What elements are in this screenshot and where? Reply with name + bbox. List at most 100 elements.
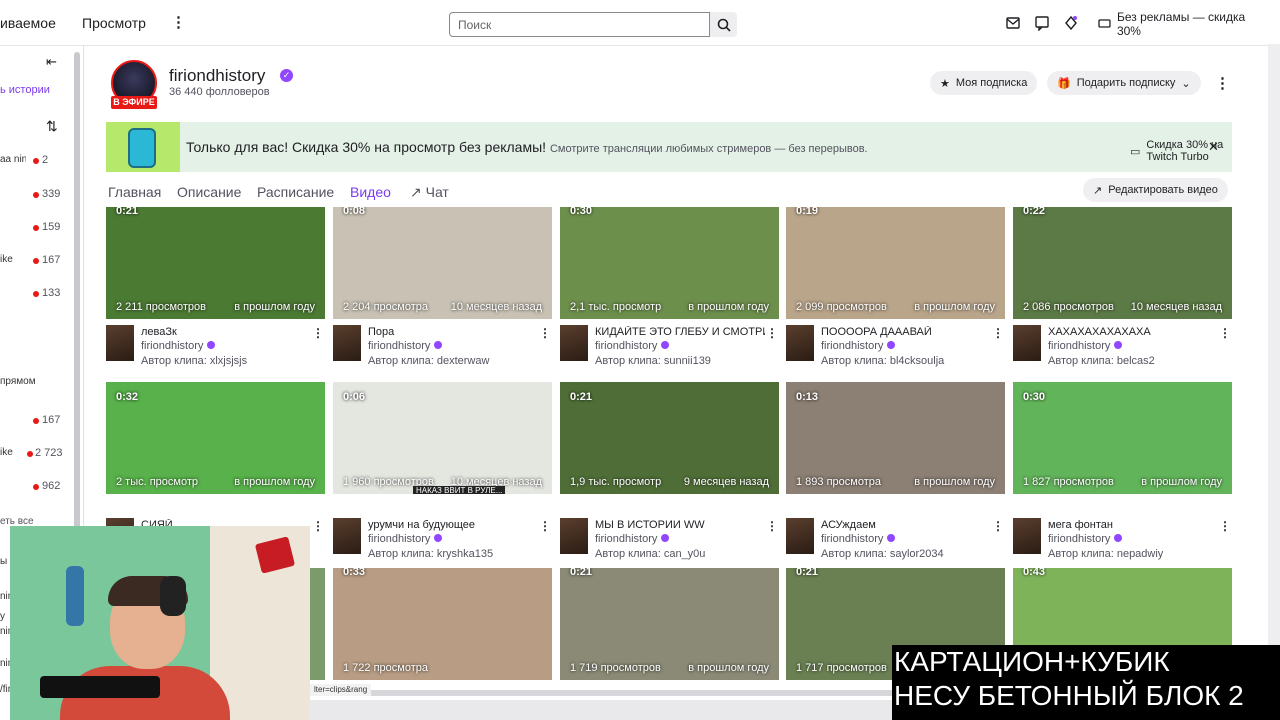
clip-more-icon[interactable]: ⋮: [1219, 519, 1231, 533]
clip-author[interactable]: Автор клипа: dexterwaw: [368, 355, 489, 367]
crown-icon[interactable]: [1063, 15, 1079, 31]
clip-channel-name[interactable]: firiondhistory: [595, 340, 670, 352]
whispers-icon[interactable]: [1034, 15, 1050, 31]
clip-channel-avatar[interactable]: [1013, 518, 1041, 554]
sidebar-channel[interactable]: 159: [0, 221, 72, 235]
clip-more-icon[interactable]: ⋮: [992, 326, 1004, 340]
sidebar-channel[interactable]: 962: [0, 480, 72, 494]
clip-title[interactable]: леваЗк: [141, 326, 311, 338]
channel-more-icon[interactable]: ⋮: [1215, 74, 1230, 92]
clip-author[interactable]: Автор клипа: saylor2034: [821, 548, 944, 560]
clip-more-icon[interactable]: ⋮: [992, 519, 1004, 533]
verified-icon: ✓: [280, 69, 293, 82]
adfree-button[interactable]: Без рекламы — скидка 30%: [1090, 10, 1280, 38]
inbox-icon[interactable]: [1005, 15, 1021, 31]
clip-author[interactable]: Автор клипа: bl4cksoulja: [821, 355, 944, 367]
clip-thumbnail[interactable]: 0:33 1 722 просмотра: [333, 568, 552, 680]
sidebar-scrollbar[interactable]: [74, 52, 80, 552]
clip-channel-avatar[interactable]: [560, 325, 588, 361]
clip-channel-name[interactable]: firiondhistory: [595, 533, 670, 545]
clip-more-icon[interactable]: ⋮: [539, 326, 551, 340]
sidebar-viewers: 167: [42, 414, 61, 426]
nav-following[interactable]: иваемое: [0, 15, 56, 31]
clip-thumbnail[interactable]: 0:30 1 827 просмотров в прошлом году: [1013, 382, 1232, 494]
clip-channel-name[interactable]: firiondhistory: [1048, 533, 1123, 545]
sidebar-channel[interactable]: 133: [0, 287, 72, 301]
clip-channel-name[interactable]: firiondhistory: [368, 340, 443, 352]
clip-author[interactable]: Автор клипа: sunnii139: [595, 355, 711, 367]
tab-chat[interactable]: ↗ Чат: [410, 184, 449, 201]
clip-channel-name[interactable]: firiondhistory: [821, 340, 896, 352]
clip-title[interactable]: КИДАЙТЕ ЭТО ГЛЕБУ И СМОТРИТЕ: [595, 326, 765, 338]
tab-about[interactable]: Описание: [177, 184, 241, 200]
sidebar-channel[interactable]: 339: [0, 188, 72, 202]
microphone-icon: [40, 676, 160, 698]
clip-title[interactable]: Пора: [368, 326, 538, 338]
clip-thumbnail[interactable]: 0:19 2 099 просмотров в прошлом году: [786, 207, 1005, 319]
clip-channel-avatar[interactable]: [333, 325, 361, 361]
clip-thumbnail[interactable]: 0:21 1,9 тыс. просмотр 9 месяцев назад: [560, 382, 779, 494]
clip-author[interactable]: Автор клипа: can_y0u: [595, 548, 705, 560]
clip-thumbnail[interactable]: 0:22 2 086 просмотров 10 месяцев назад: [1013, 207, 1232, 319]
clip-thumbnail[interactable]: 0:21 1 719 просмотров в прошлом году: [560, 568, 779, 680]
clip-title[interactable]: мега фонтан: [1048, 519, 1218, 531]
clip-author[interactable]: Автор клипа: nepadwiy: [1048, 548, 1163, 560]
clip-thumbnail[interactable]: 0:21 2 211 просмотров в прошлом году: [106, 207, 325, 319]
tab-home[interactable]: Главная: [108, 184, 161, 200]
clip-more-icon[interactable]: ⋮: [312, 326, 324, 340]
clip-more-icon[interactable]: ⋮: [1219, 326, 1231, 340]
clip-more-icon[interactable]: ⋮: [766, 519, 778, 533]
horizontal-scrollbar[interactable]: [310, 690, 892, 696]
clip-author[interactable]: Автор клипа: kryshka135: [368, 548, 493, 560]
clip-channel-label: firiondhistory: [1048, 340, 1111, 352]
top-more-icon[interactable]: ⋮: [171, 13, 186, 31]
nav-browse[interactable]: Просмотр: [82, 15, 146, 31]
sort-icon[interactable]: ⇅: [46, 118, 58, 135]
clip-duration: 0:21: [570, 391, 593, 403]
clip-thumbnail[interactable]: 0:13 1 893 просмотра в прошлом году: [786, 382, 1005, 494]
clip-thumbnail[interactable]: 0:06 1 960 просмотров 10 месяцев назад НАКА…: [333, 382, 552, 494]
clip-title[interactable]: ХАХАХАХАХАХАХА: [1048, 326, 1218, 338]
verified-icon: [887, 341, 896, 349]
sidebar-history-link[interactable]: ь истории: [0, 84, 50, 96]
my-subscription-button[interactable]: ★ Моя подписка: [930, 71, 1038, 95]
clip-channel-avatar[interactable]: [1013, 325, 1041, 361]
sidebar-channel[interactable]: ike 2 723: [0, 447, 72, 461]
clip-channel-name[interactable]: firiondhistory: [368, 533, 443, 545]
clip-more-icon[interactable]: ⋮: [766, 326, 778, 340]
clip-title[interactable]: МЫ В ИСТОРИИ WW: [595, 519, 765, 531]
sidebar-channel[interactable]: аа ning... 2: [0, 154, 72, 168]
clip-views: 1 717 просмотров: [796, 662, 887, 674]
clip-thumbnail[interactable]: 0:32 2 тыс. просмотр в прошлом году: [106, 382, 325, 494]
clip-author[interactable]: Автор клипа: xlxjsjsjs: [141, 355, 247, 367]
collapse-sidebar-icon[interactable]: ⇤: [46, 54, 57, 70]
clip-title[interactable]: АСУждаем: [821, 519, 991, 531]
clip-channel-name[interactable]: firiondhistory: [141, 340, 216, 352]
clip-author[interactable]: Автор клипа: belcas2: [1048, 355, 1155, 367]
search-input[interactable]: [449, 12, 710, 37]
sidebar-channel[interactable]: ike 167: [0, 254, 72, 268]
clip-channel-avatar[interactable]: [333, 518, 361, 554]
gift-subscription-button[interactable]: 🎁 Подарить подписку ⌄: [1047, 71, 1201, 95]
clip-channel-avatar[interactable]: [786, 325, 814, 361]
search-button[interactable]: [710, 12, 737, 37]
clip-channel-avatar[interactable]: [786, 518, 814, 554]
clip-more-icon[interactable]: ⋮: [312, 519, 324, 533]
clip-channel-name[interactable]: firiondhistory: [821, 533, 896, 545]
clip-channel-name[interactable]: firiondhistory: [1048, 340, 1123, 352]
clip-channel-avatar[interactable]: [560, 518, 588, 554]
clip-age: в прошлом году: [234, 301, 315, 313]
tab-videos[interactable]: Видео: [350, 184, 391, 200]
channel-name[interactable]: firiondhistory: [169, 66, 265, 86]
clip-channel-avatar[interactable]: [106, 325, 134, 361]
clip-title[interactable]: ПООООРА ДАААВАЙ: [821, 326, 991, 338]
edit-video-button[interactable]: ↗ Редактировать видео: [1083, 178, 1228, 202]
close-icon[interactable]: ✕: [1208, 139, 1219, 155]
clip-more-icon[interactable]: ⋮: [539, 519, 551, 533]
clip-thumbnail[interactable]: 0:30 2,1 тыс. просмотр в прошлом году: [560, 207, 779, 319]
clip-title[interactable]: урумчи на будующее: [368, 519, 538, 531]
tab-schedule[interactable]: Расписание: [257, 184, 334, 200]
sidebar-channel[interactable]: 167: [0, 414, 72, 428]
clip-thumbnail[interactable]: 0:08 2 204 просмотра 10 месяцев назад: [333, 207, 552, 319]
live-dot-icon: [33, 258, 39, 264]
